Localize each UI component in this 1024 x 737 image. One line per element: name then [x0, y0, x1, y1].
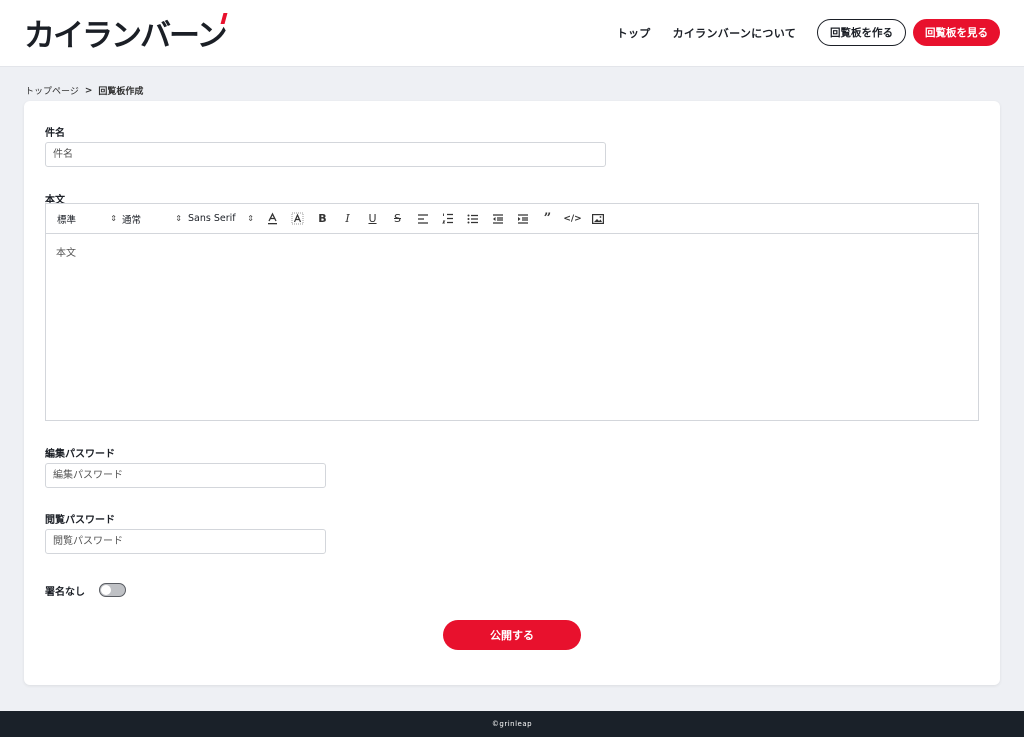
size-select[interactable]: 通常 ⇕ [122, 212, 182, 226]
create-board-button[interactable]: 回覧板を作る [817, 19, 906, 46]
edit-password-label: 編集パスワード [45, 449, 115, 460]
site-logo[interactable]: カイランバ ーン [24, 10, 227, 55]
bold-icon[interactable]: B [310, 209, 335, 229]
align-icon[interactable] [410, 209, 435, 229]
edit-password-input[interactable] [45, 463, 326, 488]
outdent-icon[interactable] [485, 209, 510, 229]
select-arrows-icon: ⇕ [247, 214, 254, 223]
rich-text-editor: 標準 ⇕ 通常 ⇕ Sans Serif ⇕ B I U S ” </> 本文 [45, 203, 979, 421]
heading-select-value: 標準 [57, 214, 77, 226]
subject-label: 件名 [45, 128, 65, 139]
breadcrumb-separator: > [84, 85, 93, 96]
blockquote-icon[interactable]: ” [535, 209, 560, 229]
editor-toolbar: 標準 ⇕ 通常 ⇕ Sans Serif ⇕ B I U S ” </> [46, 204, 978, 234]
anonymous-toggle[interactable] [99, 583, 126, 597]
size-select-value: 通常 [122, 214, 142, 226]
subject-input[interactable] [45, 142, 606, 167]
font-select[interactable]: Sans Serif ⇕ [188, 213, 254, 224]
view-password-input[interactable] [45, 529, 326, 554]
site-header: カイランバ ーン トップ カイランバーンについて 回覧板を作る 回覧板を見る [0, 0, 1024, 67]
ordered-list-icon[interactable] [435, 209, 460, 229]
nav-link-about[interactable]: カイランバーンについて [673, 25, 796, 41]
code-icon[interactable]: </> [560, 209, 585, 229]
select-arrows-icon: ⇕ [175, 214, 182, 223]
strikethrough-icon[interactable]: S [385, 209, 410, 229]
editor-placeholder: 本文 [56, 248, 76, 259]
logo-text-main: カイランバ [24, 17, 171, 54]
copyright-text: ©grinleap [491, 720, 533, 728]
site-footer: ©grinleap [0, 711, 1024, 737]
view-board-button[interactable]: 回覧板を見る [913, 19, 1000, 46]
logo-text-tail: ーン [169, 10, 227, 55]
font-select-value: Sans Serif [188, 213, 236, 224]
breadcrumb: トップページ > 回覧板作成 [25, 84, 144, 98]
breadcrumb-current: 回覧板作成 [98, 87, 144, 97]
background-color-icon[interactable] [285, 209, 310, 229]
indent-icon[interactable] [510, 209, 535, 229]
toggle-knob [101, 585, 111, 595]
image-icon[interactable] [585, 209, 610, 229]
select-arrows-icon: ⇕ [110, 214, 117, 223]
heading-select[interactable]: 標準 ⇕ [57, 212, 117, 226]
anonymous-label: 署名なし [45, 587, 85, 598]
underline-icon[interactable]: U [360, 209, 385, 229]
text-color-icon[interactable] [260, 209, 285, 229]
publish-button[interactable]: 公開する [443, 620, 581, 650]
nav-link-top[interactable]: トップ [617, 25, 651, 41]
italic-icon[interactable]: I [335, 209, 360, 229]
breadcrumb-home[interactable]: トップページ [25, 84, 79, 97]
editor-content-area[interactable]: 本文 [46, 234, 978, 269]
view-password-label: 閲覧パスワード [45, 515, 115, 526]
header-nav: トップ カイランバーンについて 回覧板を作る 回覧板を見る [617, 19, 1000, 46]
form-card: 件名 本文 標準 ⇕ 通常 ⇕ Sans Serif ⇕ B I [24, 101, 1000, 685]
bullet-list-icon[interactable] [460, 209, 485, 229]
